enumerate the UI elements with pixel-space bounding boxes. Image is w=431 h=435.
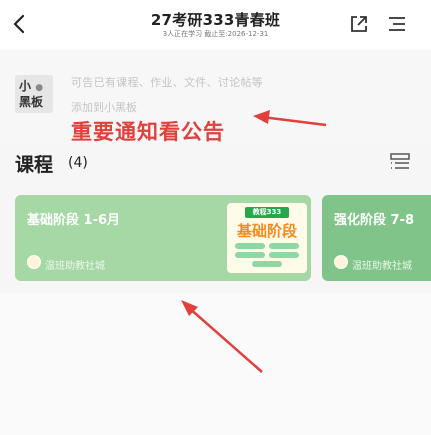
course-section-title: 课程 bbox=[15, 154, 54, 176]
empty-content-area bbox=[0, 293, 431, 435]
course-card-title: 基础阶段 1-6月 bbox=[27, 213, 121, 228]
badge-dot-icon: ● bbox=[35, 83, 44, 93]
course-card-intensive[interactable]: 强化阶段 7-8 温班助教社城 bbox=[322, 195, 431, 281]
blackboard-hint-text: 可告已有课程、作业、文件、讨论帖等 bbox=[71, 76, 264, 89]
share-icon[interactable] bbox=[348, 13, 370, 35]
badge-line-2: 黑板 bbox=[19, 95, 44, 109]
blackboard-badge: 小 ● 黑板 bbox=[15, 75, 53, 113]
cover-decor-line bbox=[235, 252, 265, 258]
cover-title: 基础阶段 bbox=[236, 222, 297, 240]
list-view-icon[interactable] bbox=[389, 152, 411, 172]
cover-tag: 教程333 bbox=[245, 207, 289, 218]
course-card-basic[interactable]: 基础阶段 1-6月 温班助教社城 教程333 基础阶段 bbox=[15, 195, 311, 281]
cover-decor-line bbox=[252, 261, 282, 267]
badge-line-1: 小 bbox=[19, 79, 32, 93]
cover-decor-line bbox=[269, 243, 299, 249]
teacher-avatar bbox=[27, 255, 41, 269]
notice-annotation: 重要通知看公告 bbox=[71, 120, 225, 144]
course-count: (4) bbox=[68, 155, 88, 171]
course-card-title: 强化阶段 7-8 bbox=[334, 213, 415, 228]
course-teacher-name: 温班助教社城 bbox=[45, 261, 105, 272]
course-teacher-name: 温班助教社城 bbox=[352, 261, 412, 272]
blackboard-add-text: 添加到小黑板 bbox=[71, 101, 137, 114]
blackboard-section[interactable]: 小 ● 黑板 可告已有课程、作业、文件、讨论帖等 添加到小黑板 重要通知看公告 bbox=[0, 50, 431, 145]
course-cover-image: 教程333 基础阶段 bbox=[227, 203, 307, 273]
teacher-avatar bbox=[334, 255, 348, 269]
cover-decor-line bbox=[235, 243, 265, 249]
menu-icon[interactable] bbox=[386, 14, 408, 34]
top-navigation-bar: 27考研333青春班 3人正在学习 截止至:2026-12-31 bbox=[0, 0, 431, 50]
cover-decor-line bbox=[269, 252, 299, 258]
